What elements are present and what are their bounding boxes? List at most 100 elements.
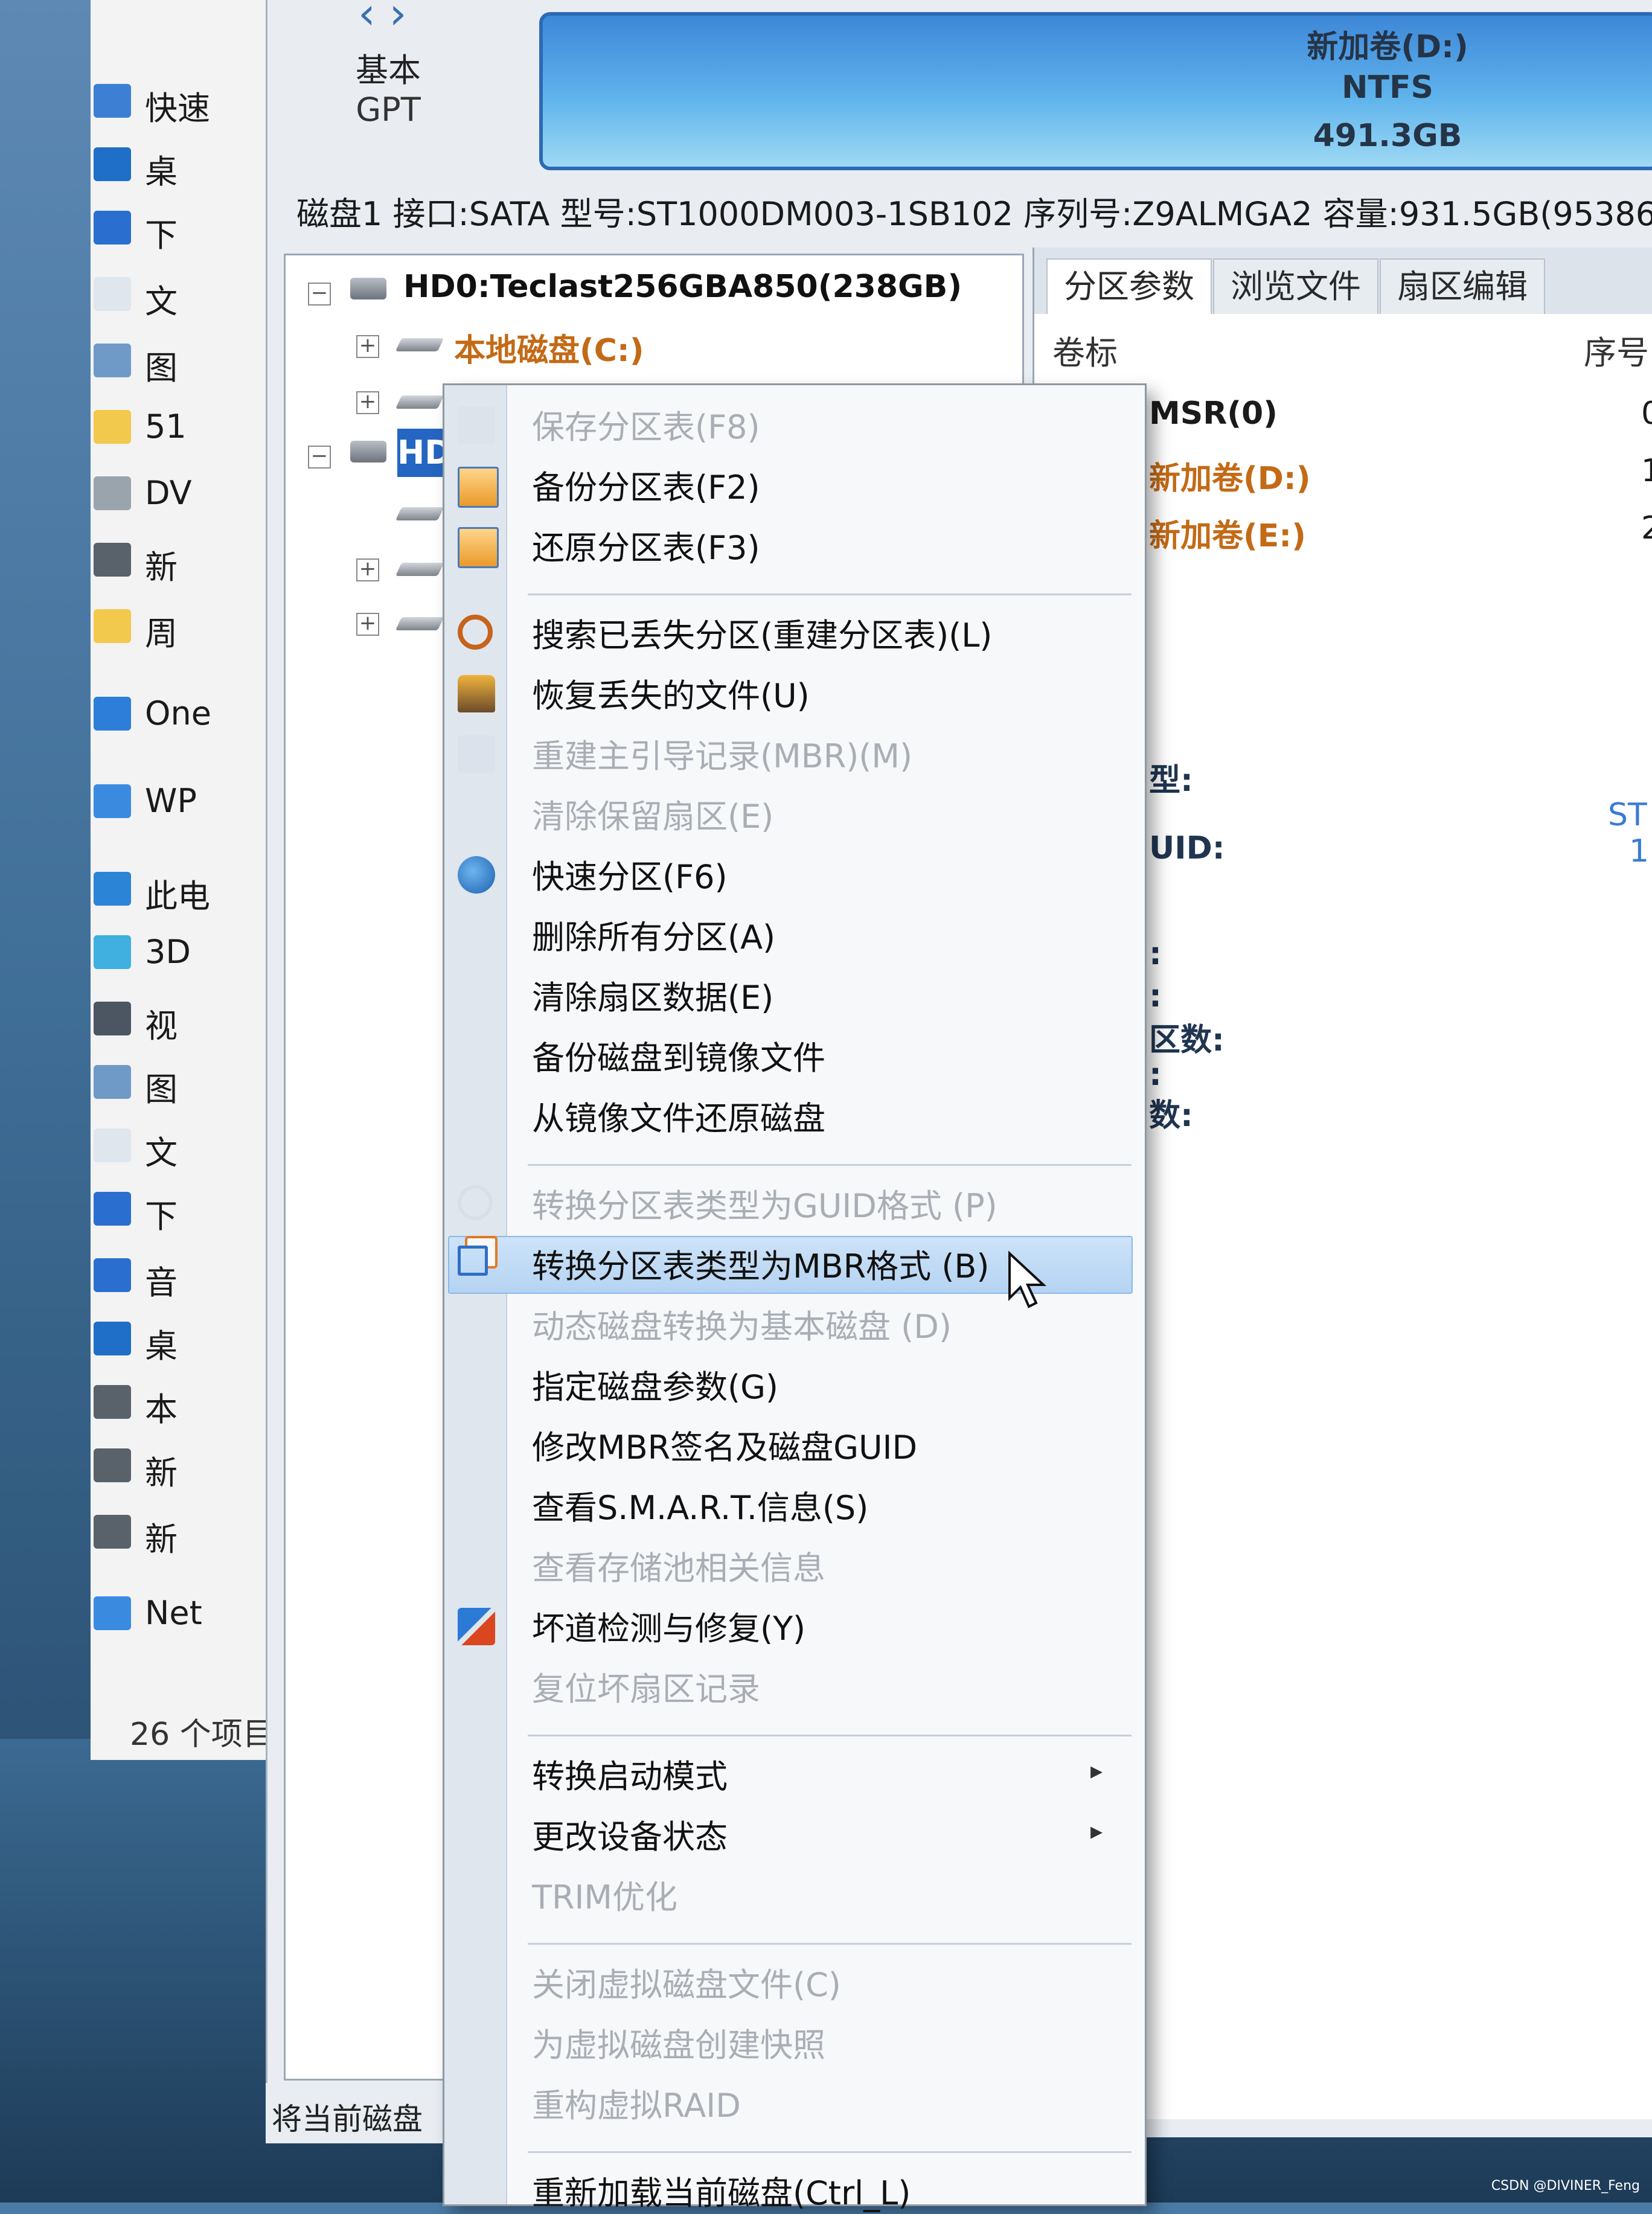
explorer-nav-item[interactable]: 下 bbox=[145, 1189, 178, 1237]
menu-item[interactable]: 保存分区表(F8) bbox=[532, 400, 760, 448]
quick-partition-icon bbox=[458, 856, 495, 894]
tree-partition-c[interactable]: 本地磁盘(C:) bbox=[454, 325, 644, 370]
explorer-nav-item[interactable]: 音 bbox=[145, 1256, 178, 1304]
tree-expand-icon[interactable]: + bbox=[356, 335, 379, 358]
drive-icon bbox=[94, 1448, 131, 1482]
column-header-volume[interactable]: 卷标 bbox=[1052, 326, 1118, 374]
menu-separator bbox=[528, 2151, 1132, 2153]
menu-item[interactable]: 为虚拟磁盘创建快照 bbox=[532, 2018, 825, 2066]
menu-item[interactable]: 转换分区表类型为MBR格式 (B) bbox=[532, 1240, 990, 1287]
wps-cloud-icon bbox=[94, 784, 131, 818]
detail-label: : bbox=[1149, 978, 1162, 1014]
mbr-icon bbox=[458, 735, 495, 773]
desktop-icon bbox=[94, 147, 131, 181]
download-arrow-icon bbox=[94, 211, 131, 245]
column-header-seq[interactable]: 序号 bbox=[1584, 326, 1649, 374]
disk-type-basic: 基本 bbox=[356, 51, 421, 89]
explorer-nav-item[interactable]: 图 bbox=[145, 341, 178, 389]
picture-icon bbox=[94, 1065, 131, 1099]
tree-disk0[interactable]: HD0:Teclast256GBA850(238GB) bbox=[403, 269, 962, 305]
menu-separator bbox=[528, 1943, 1132, 1945]
drive-icon bbox=[94, 1515, 131, 1549]
hard-disk-icon bbox=[350, 278, 386, 299]
explorer-nav-item[interactable]: 新 bbox=[145, 540, 178, 588]
menu-item[interactable]: 坏道检测与修复(Y) bbox=[532, 1602, 805, 1649]
partition-icon bbox=[395, 507, 444, 520]
convert-guid-icon bbox=[458, 1185, 493, 1220]
explorer-nav-item[interactable]: 桌 bbox=[145, 1319, 178, 1367]
menu-item[interactable]: 搜索已丢失分区(重建分区表)(L) bbox=[532, 609, 992, 656]
partition-icon bbox=[395, 395, 444, 409]
explorer-nav-item[interactable]: DV bbox=[145, 474, 192, 512]
explorer-nav-item[interactable]: 本 bbox=[145, 1383, 178, 1430]
volume-name: 新加卷(D:) bbox=[1307, 29, 1468, 65]
menu-item[interactable]: 重新加载当前磁盘(Ctrl_L) bbox=[532, 2166, 911, 2214]
explorer-nav-item[interactable]: 文 bbox=[145, 1126, 178, 1174]
explorer-nav-item[interactable]: 此电 bbox=[145, 869, 210, 917]
tab-partition-params[interactable]: 分区参数 bbox=[1046, 258, 1212, 314]
tab-strip: 分区参数 浏览文件 扇区编辑 bbox=[1034, 248, 1652, 314]
partition-row-label[interactable]: 新加卷(D:) bbox=[1149, 453, 1311, 498]
menu-item[interactable]: 转换启动模式 bbox=[532, 1750, 728, 1797]
menu-item[interactable]: 复位坏扇区记录 bbox=[532, 1662, 760, 1710]
menu-item[interactable]: 动态磁盘转换为基本磁盘 (D) bbox=[532, 1300, 952, 1348]
explorer-nav-item[interactable]: 桌 bbox=[145, 145, 178, 193]
detail-label: 区数: bbox=[1149, 1022, 1225, 1058]
disk-type-panel: ‹ › 基本 GPT bbox=[267, 0, 509, 175]
menu-item[interactable]: 备份分区表(F2) bbox=[532, 461, 760, 508]
menu-item[interactable]: 查看S.M.A.R.T.信息(S) bbox=[532, 1481, 868, 1529]
menu-item[interactable]: 清除保留扇区(E) bbox=[532, 790, 773, 837]
partition-icon bbox=[395, 338, 444, 351]
explorer-nav-item[interactable]: 周 bbox=[145, 607, 178, 654]
restore-table-icon bbox=[458, 527, 499, 568]
tree-collapse-icon[interactable]: − bbox=[308, 283, 331, 306]
explorer-nav-item[interactable]: WP bbox=[145, 782, 197, 820]
submenu-arrow-icon: ▸ bbox=[1090, 1757, 1103, 1785]
explorer-nav-item[interactable]: 图 bbox=[145, 1063, 178, 1110]
partition-icon bbox=[395, 563, 444, 576]
explorer-nav-item[interactable]: 下 bbox=[145, 208, 178, 256]
explorer-nav-item[interactable]: 新 bbox=[145, 1446, 178, 1494]
menu-item[interactable]: 还原分区表(F3) bbox=[532, 521, 760, 569]
star-icon bbox=[94, 84, 131, 118]
partition-row-label[interactable]: MSR(0) bbox=[1149, 395, 1278, 432]
tree-expand-icon[interactable]: + bbox=[356, 613, 379, 636]
partition-row-label[interactable]: 新加卷(E:) bbox=[1149, 510, 1306, 555]
menu-item[interactable]: 从镜像文件还原磁盘 bbox=[532, 1092, 825, 1139]
explorer-nav-item[interactable]: 3D bbox=[145, 933, 191, 971]
tree-expand-icon[interactable]: + bbox=[356, 558, 379, 581]
menu-item[interactable]: 删除所有分区(A) bbox=[532, 910, 775, 958]
partition-row-seq: 1 bbox=[1641, 453, 1652, 489]
explorer-nav-item[interactable]: 视 bbox=[145, 999, 178, 1047]
tree-expand-icon[interactable]: + bbox=[356, 391, 379, 414]
explorer-nav-item[interactable]: 快速 bbox=[145, 82, 210, 129]
download-arrow-icon bbox=[94, 1192, 131, 1226]
tab-browse-files[interactable]: 浏览文件 bbox=[1213, 258, 1378, 314]
explorer-nav-item[interactable]: 文 bbox=[145, 275, 178, 322]
menu-item[interactable]: 重构虚拟RAID bbox=[532, 2079, 741, 2126]
magnifier-icon bbox=[458, 615, 493, 650]
menu-item[interactable]: TRIM优化 bbox=[532, 1870, 677, 1918]
explorer-nav-item[interactable]: Net bbox=[145, 1594, 202, 1632]
tab-sector-edit[interactable]: 扇区编辑 bbox=[1380, 258, 1545, 314]
menu-item[interactable]: 备份磁盘到镜像文件 bbox=[532, 1031, 825, 1079]
menu-item[interactable]: 修改MBR签名及磁盘GUID bbox=[532, 1421, 917, 1468]
menu-item[interactable]: 清除扇区数据(E) bbox=[532, 971, 773, 1019]
explorer-nav-item[interactable]: 51 bbox=[145, 408, 187, 446]
menu-item[interactable]: 恢复丢失的文件(U) bbox=[532, 669, 810, 717]
detail-label: : bbox=[1149, 1057, 1162, 1093]
menu-item[interactable]: 转换分区表类型为GUID格式 (P) bbox=[532, 1179, 997, 1227]
menu-item[interactable]: 关闭虚拟磁盘文件(C) bbox=[532, 1958, 841, 2006]
hard-disk-icon bbox=[350, 441, 386, 462]
menu-item[interactable]: 快速分区(F6) bbox=[532, 850, 728, 898]
explorer-nav-item[interactable]: 新 bbox=[145, 1512, 178, 1560]
disk-type-gpt: GPT bbox=[356, 91, 421, 129]
volume-fs: NTFS bbox=[1342, 69, 1433, 106]
menu-item[interactable]: 查看存储池相关信息 bbox=[532, 1541, 825, 1589]
tree-collapse-icon[interactable]: − bbox=[308, 446, 331, 469]
explorer-nav-item[interactable]: One bbox=[145, 694, 211, 732]
menu-item[interactable]: 更改设备状态 bbox=[532, 1810, 728, 1858]
menu-item[interactable]: 重建主引导记录(MBR)(M) bbox=[532, 729, 912, 777]
disk-nav-arrows-icon[interactable]: ‹ › bbox=[358, 0, 406, 39]
menu-item[interactable]: 指定磁盘参数(G) bbox=[532, 1360, 778, 1408]
